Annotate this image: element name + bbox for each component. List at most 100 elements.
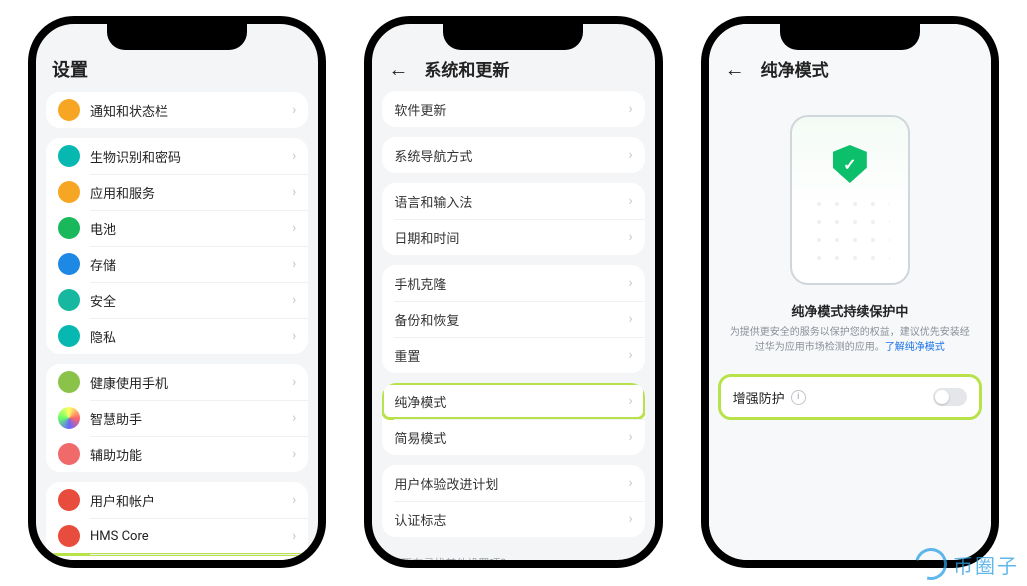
row-label: 重置 bbox=[394, 346, 628, 365]
bell-icon bbox=[58, 99, 80, 121]
screen-pure-mode: ← 纯净模式 纯净模式持续保护中 为提供更安全的服务以保护您的权益，建议优先安装… bbox=[709, 24, 991, 560]
system-row-纯净模式[interactable]: 纯净模式› bbox=[382, 383, 644, 419]
footer-links: 是否在寻找其他设置项？ 无障碍 玩机技巧 bbox=[372, 547, 654, 560]
settings-group: 健康使用手机›智慧助手›辅助功能› bbox=[46, 364, 308, 472]
row-label: 日期和时间 bbox=[394, 228, 628, 247]
settings-row-存储[interactable]: 存储› bbox=[46, 246, 308, 282]
title-row: ← 纯净模式 bbox=[709, 50, 991, 91]
learn-more-link[interactable]: 了解纯净模式 bbox=[885, 342, 945, 353]
settings-row-系统和更新[interactable]: 系统和更新› bbox=[46, 554, 308, 560]
battery-icon bbox=[58, 217, 80, 239]
chevron-right-icon: › bbox=[292, 374, 296, 390]
protecting-desc: 为提供更安全的服务以保护您的权益，建议优先安装经过华为应用市场检测的应用。了解纯… bbox=[727, 326, 973, 355]
info-icon[interactable]: i bbox=[791, 390, 806, 405]
system-row-认证标志[interactable]: 认证标志› bbox=[382, 501, 644, 537]
system-group: 纯净模式›简易模式› bbox=[382, 383, 644, 455]
system-row-重置[interactable]: 重置› bbox=[382, 337, 644, 373]
enhanced-protection-row[interactable]: 增强防护 i bbox=[719, 375, 981, 419]
system-row-软件更新[interactable]: 软件更新› bbox=[382, 91, 644, 127]
phone-pure-mode: ← 纯净模式 纯净模式持续保护中 为提供更安全的服务以保护您的权益，建议优先安装… bbox=[701, 16, 999, 568]
system-group: 系统导航方式› bbox=[382, 137, 644, 173]
fingerprint-icon bbox=[58, 145, 80, 167]
chevron-right-icon: › bbox=[628, 311, 632, 327]
row-label: 备份和恢复 bbox=[394, 310, 628, 329]
back-icon[interactable]: ← bbox=[725, 59, 745, 79]
row-label: 存储 bbox=[90, 255, 292, 274]
assistant-icon bbox=[58, 407, 80, 429]
system-row-备份和恢复[interactable]: 备份和恢复› bbox=[382, 301, 644, 337]
chevron-right-icon: › bbox=[628, 147, 632, 163]
screen-system-update: ← 系统和更新 软件更新›系统导航方式›语言和输入法›日期和时间›手机克隆›备份… bbox=[372, 24, 654, 560]
system-row-语言和输入法[interactable]: 语言和输入法› bbox=[382, 183, 644, 219]
settings-group: 用户和帐户›HMS Core›系统和更新›关于手机› bbox=[46, 482, 308, 560]
row-label: 语言和输入法 bbox=[394, 192, 628, 211]
chevron-right-icon: › bbox=[292, 528, 296, 544]
settings-row-生物识别和密码[interactable]: 生物识别和密码› bbox=[46, 138, 308, 174]
health-icon bbox=[58, 371, 80, 393]
row-label: 简易模式 bbox=[394, 428, 628, 447]
settings-row-健康使用手机[interactable]: 健康使用手机› bbox=[46, 364, 308, 400]
settings-row-智慧助手[interactable]: 智慧助手› bbox=[46, 400, 308, 436]
back-icon[interactable]: ← bbox=[388, 59, 408, 79]
chevron-right-icon: › bbox=[628, 275, 632, 291]
row-label: 应用和服务 bbox=[90, 183, 292, 202]
chevron-right-icon: › bbox=[628, 229, 632, 245]
system-group: 软件更新› bbox=[382, 91, 644, 127]
phone-settings: 设置 通知和状态栏›生物识别和密码›应用和服务›电池›存储›安全›隐私›健康使用… bbox=[28, 16, 326, 568]
row-label: 认证标志 bbox=[394, 510, 628, 529]
row-label: 电池 bbox=[90, 219, 292, 238]
enhanced-protection-label: 增强防护 i bbox=[733, 388, 933, 407]
system-row-简易模式[interactable]: 简易模式› bbox=[382, 419, 644, 455]
watermark-icon bbox=[909, 542, 953, 586]
apps-icon bbox=[58, 181, 80, 203]
system-row-手机克隆[interactable]: 手机克隆› bbox=[382, 265, 644, 301]
phone-system-update: ← 系统和更新 软件更新›系统导航方式›语言和输入法›日期和时间›手机克隆›备份… bbox=[364, 16, 662, 568]
settings-row-辅助功能[interactable]: 辅助功能› bbox=[46, 436, 308, 472]
watermark: 币圈子 bbox=[915, 548, 1019, 580]
system-row-系统导航方式[interactable]: 系统导航方式› bbox=[382, 137, 644, 173]
chevron-right-icon: › bbox=[628, 393, 632, 409]
settings-row-应用和服务[interactable]: 应用和服务› bbox=[46, 174, 308, 210]
privacy-icon bbox=[58, 325, 80, 347]
accessibility-icon bbox=[58, 443, 80, 465]
system-group: 语言和输入法›日期和时间› bbox=[382, 183, 644, 255]
page-title: 纯净模式 bbox=[761, 56, 829, 81]
row-label: 智慧助手 bbox=[90, 409, 292, 428]
system-row-用户体验改进计划[interactable]: 用户体验改进计划› bbox=[382, 465, 644, 501]
settings-row-电池[interactable]: 电池› bbox=[46, 210, 308, 246]
storage-icon bbox=[58, 253, 80, 275]
settings-row-HMS Core[interactable]: HMS Core› bbox=[46, 518, 308, 554]
chevron-right-icon: › bbox=[292, 328, 296, 344]
settings-group: 生物识别和密码›应用和服务›电池›存储›安全›隐私› bbox=[46, 138, 308, 354]
title-row: ← 系统和更新 bbox=[372, 50, 654, 91]
chevron-right-icon: › bbox=[628, 193, 632, 209]
system-group: 手机克隆›备份和恢复›重置› bbox=[382, 265, 644, 373]
device-illustration bbox=[790, 115, 910, 285]
chevron-right-icon: › bbox=[292, 410, 296, 426]
row-label: HMS Core bbox=[90, 529, 292, 544]
settings-row-用户和帐户[interactable]: 用户和帐户› bbox=[46, 482, 308, 518]
chevron-right-icon: › bbox=[292, 492, 296, 508]
shield-check-icon bbox=[833, 145, 867, 183]
enhanced-protection-switch[interactable] bbox=[933, 388, 967, 406]
settings-row-通知和状态栏[interactable]: 通知和状态栏› bbox=[46, 92, 308, 128]
page-title: 系统和更新 bbox=[424, 56, 509, 81]
row-label: 软件更新 bbox=[394, 100, 628, 119]
chevron-right-icon: › bbox=[292, 184, 296, 200]
hms-icon bbox=[58, 525, 80, 547]
row-label: 纯净模式 bbox=[394, 392, 628, 411]
page-title: 设置 bbox=[36, 50, 318, 92]
settings-row-安全[interactable]: 安全› bbox=[46, 282, 308, 318]
chevron-right-icon: › bbox=[628, 347, 632, 363]
watermark-text: 币圈子 bbox=[953, 550, 1019, 579]
settings-row-隐私[interactable]: 隐私› bbox=[46, 318, 308, 354]
row-label: 用户体验改进计划 bbox=[394, 474, 628, 493]
chevron-right-icon: › bbox=[292, 292, 296, 308]
row-label: 用户和帐户 bbox=[90, 491, 292, 510]
pure-mode-hero: 纯净模式持续保护中 为提供更安全的服务以保护您的权益，建议优先安装经过华为应用市… bbox=[709, 91, 991, 369]
security-icon bbox=[58, 289, 80, 311]
chevron-right-icon: › bbox=[628, 511, 632, 527]
row-label: 隐私 bbox=[90, 327, 292, 346]
system-row-日期和时间[interactable]: 日期和时间› bbox=[382, 219, 644, 255]
row-label: 安全 bbox=[90, 291, 292, 310]
